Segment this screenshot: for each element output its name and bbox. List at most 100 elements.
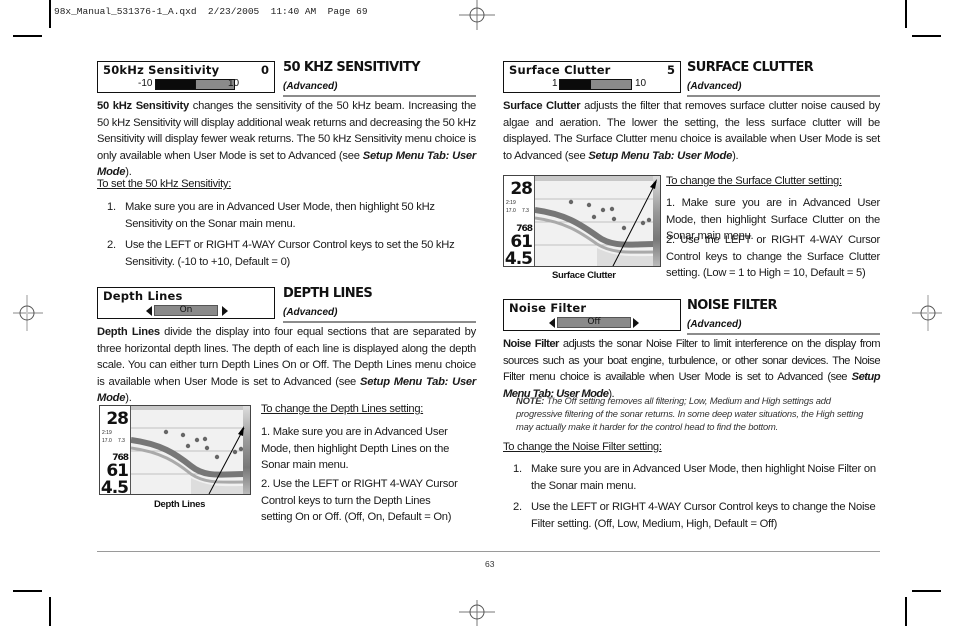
step-text: Make sure you are in Advanced User Mode,… — [531, 463, 876, 492]
depth-lines-step-1: 1. Make sure you are in Advanced User Mo… — [261, 424, 463, 474]
note-text: The Off setting removes all filtering; L… — [516, 395, 864, 432]
crop-mark — [905, 0, 907, 28]
menu-value: 5 — [666, 63, 675, 77]
step-text: Use the LEFT or RIGHT 4-WAY Cursor Contr… — [531, 501, 876, 530]
file-slug-line: 98x_Manual_531376-1_A.qxd 2/23/2005 11:4… — [54, 6, 368, 17]
step-item: 2. Use the LEFT or RIGHT 4-WAY Cursor Con… — [503, 499, 880, 532]
section-rule — [283, 95, 476, 97]
menu-label: Depth Lines — [103, 289, 183, 303]
section-subtitle: (Advanced) — [283, 81, 338, 92]
left-arrow-icon[interactable] — [549, 318, 555, 328]
option-selector[interactable]: Off — [557, 317, 631, 328]
khz-sensitivity-description: 50 kHz Sensitivity changes the sensitivi… — [97, 98, 476, 181]
crop-mark — [13, 590, 42, 592]
khz-sensitivity-menu-box: 50kHz Sensitivity 0 -10 10 — [97, 61, 275, 93]
cross-reference: Setup Menu Tab: User Mode — [588, 149, 733, 162]
section-title: NOISE FILTER — [687, 298, 778, 313]
step-number: 2. — [261, 478, 270, 490]
section-subtitle: (Advanced) — [283, 307, 338, 318]
body-end: ). — [125, 166, 132, 178]
term: Noise Filter — [503, 338, 559, 350]
step-number: 1. — [666, 197, 675, 209]
registration-mark-icon — [459, 600, 495, 626]
slider-min-label: -10 — [138, 78, 153, 89]
body-text: adjusts the sonar Noise Filter to limit … — [503, 338, 881, 383]
slider-max-label: 10 — [635, 78, 647, 89]
depth-lines-step-2: 2. Use the LEFT or RIGHT 4-WAY Cursor Co… — [261, 476, 463, 526]
callout-arrow-icon — [612, 179, 657, 266]
image-caption: Depth Lines — [154, 499, 206, 510]
note-label: NOTE: — [516, 395, 545, 406]
surface-clutter-slider[interactable] — [559, 79, 632, 90]
right-arrow-icon[interactable] — [222, 306, 228, 316]
step-number: 1. — [107, 201, 116, 213]
term: Depth Lines — [97, 326, 160, 338]
crop-mark — [49, 0, 51, 28]
menu-label: Surface Clutter — [509, 63, 611, 77]
option-selector[interactable]: On — [154, 305, 218, 316]
depth-lines-sonar-screenshot: 28 2:19 17.0 7.3 768 61 4.5 — [99, 405, 251, 495]
slider-fill — [560, 80, 592, 89]
steps-heading: To change the Depth Lines setting: — [261, 403, 424, 415]
surface-clutter-description: Surface Clutter adjusts the filter that … — [503, 98, 880, 164]
section-rule — [687, 95, 880, 97]
surface-clutter-step-2: 2. Use the LEFT or RIGHT 4-WAY Cursor Co… — [666, 232, 880, 282]
steps-heading: To change the Noise Filter setting: — [503, 441, 662, 453]
khz-sensitivity-steps: 1. Make sure you are in Advanced User Mod… — [97, 199, 476, 275]
step-number: 1. — [261, 426, 270, 438]
section-rule — [687, 333, 880, 335]
image-caption: Surface Clutter — [552, 270, 616, 281]
section-subtitle: (Advanced) — [687, 319, 742, 330]
step-text: Make sure you are in Advanced User Mode,… — [261, 426, 450, 471]
depth-lines-menu-box: Depth Lines On — [97, 287, 275, 319]
surface-clutter-sonar-screenshot: 28 2:19 17.0 7.3 768 61 4.5 — [503, 175, 661, 267]
steps-heading: To set the 50 kHz Sensitivity: — [97, 178, 232, 190]
step-text: Use the LEFT or RIGHT 4-WAY Cursor Contr… — [261, 478, 458, 523]
term: 50 kHz Sensitivity — [97, 100, 189, 112]
step-number: 2. — [666, 234, 675, 246]
depth-lines-description: Depth Lines divide the display into four… — [97, 324, 476, 407]
steps-heading: To change the Surface Clutter setting: — [666, 175, 842, 187]
step-text: Use the LEFT or RIGHT 4-WAY Cursor Contr… — [125, 239, 455, 268]
slider-handle[interactable] — [195, 79, 196, 90]
section-title: SURFACE CLUTTER — [687, 60, 814, 75]
menu-label: Noise Filter — [509, 301, 587, 315]
step-text: Use the LEFT or RIGHT 4-WAY Cursor Contr… — [666, 234, 881, 279]
step-number: 2. — [513, 501, 522, 513]
slider-fill — [156, 80, 195, 89]
body-end: ). — [125, 392, 132, 404]
crop-mark — [905, 597, 907, 626]
step-item: 1. Make sure you are in Advanced User Mod… — [97, 199, 476, 232]
noise-filter-menu-box: Noise Filter Off — [503, 299, 681, 331]
registration-mark-icon — [13, 295, 43, 331]
step-number: 2. — [107, 239, 116, 251]
registration-mark-icon — [459, 0, 495, 30]
section-subtitle: (Advanced) — [687, 81, 742, 92]
registration-mark-icon — [912, 295, 942, 331]
step-number: 1. — [513, 463, 522, 475]
surface-clutter-menu-box: Surface Clutter 5 1 10 — [503, 61, 681, 93]
page-number: 63 — [485, 559, 495, 569]
step-text: Make sure you are in Advanced User Mode,… — [125, 201, 435, 230]
footer-rule — [97, 551, 880, 552]
menu-value: 0 — [260, 63, 269, 77]
slider-min-label: 1 — [552, 78, 558, 89]
noise-filter-note: NOTE: The Off setting removes all filter… — [516, 394, 876, 433]
sensitivity-slider[interactable] — [155, 79, 235, 90]
crop-mark — [49, 597, 51, 626]
menu-label: 50kHz Sensitivity — [103, 63, 220, 77]
crop-mark — [912, 35, 941, 37]
crop-mark — [912, 590, 941, 592]
term: Surface Clutter — [503, 100, 581, 112]
noise-filter-steps: 1. Make sure you are in Advanced User Mod… — [503, 461, 880, 537]
section-rule — [283, 321, 476, 323]
section-title: 50 KHZ SENSITIVITY — [283, 60, 421, 75]
step-item: 1. Make sure you are in Advanced User Mod… — [503, 461, 880, 494]
left-arrow-icon[interactable] — [146, 306, 152, 316]
crop-mark — [13, 35, 42, 37]
step-item: 2. Use the LEFT or RIGHT 4-WAY Cursor Con… — [97, 237, 476, 270]
right-arrow-icon[interactable] — [633, 318, 639, 328]
slider-max-label: 10 — [228, 78, 240, 89]
noise-filter-description: Noise Filter adjusts the sonar Noise Fil… — [503, 336, 881, 402]
section-title: DEPTH LINES — [283, 286, 373, 301]
